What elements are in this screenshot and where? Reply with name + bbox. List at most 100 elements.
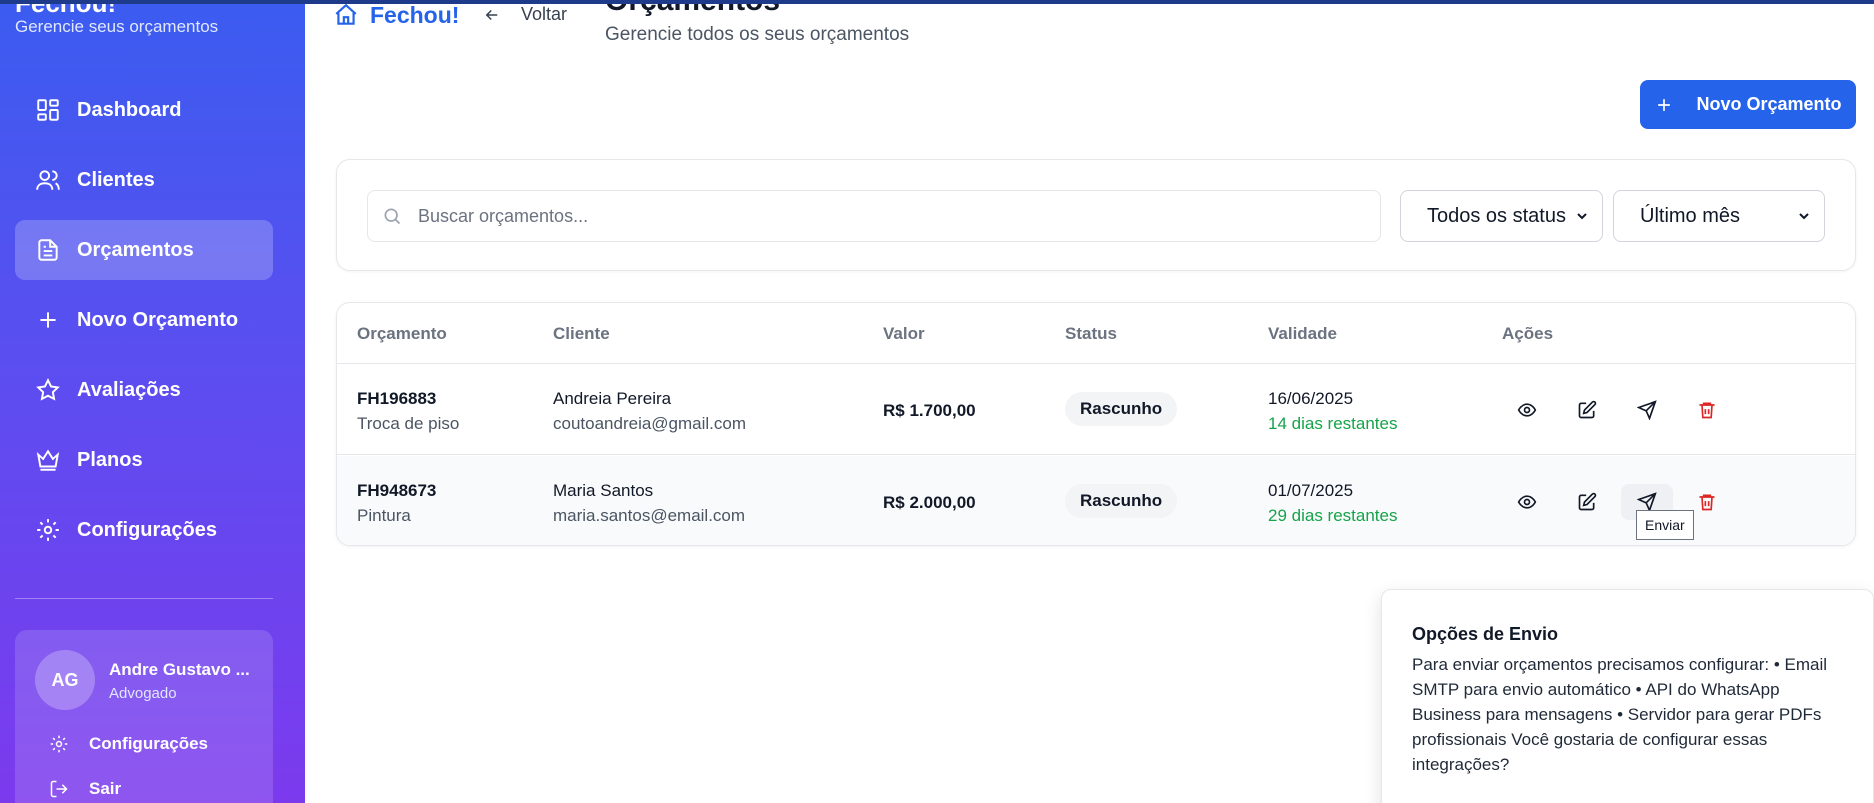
send-tooltip: Enviar xyxy=(1636,510,1694,540)
validity-date: 01/07/2025 xyxy=(1268,481,1354,500)
filter-card: Todos os status Último mês xyxy=(336,159,1856,271)
new-quote-label: Novo Orçamento xyxy=(1696,94,1842,114)
column-header: Orçamento xyxy=(357,324,447,343)
quote-value: R$ 1.700,00 xyxy=(883,401,976,420)
back-label: Voltar xyxy=(521,4,568,24)
table-row[interactable]: FH948673 Pintura Maria Santos maria.sant… xyxy=(337,456,1855,545)
status-badge: Rascunho xyxy=(1065,484,1178,518)
logout-icon xyxy=(50,780,68,798)
sidebar-item-label: Planos xyxy=(77,448,143,471)
trash-icon xyxy=(1699,494,1715,511)
client-email: coutoandreia@gmail.com xyxy=(553,414,747,433)
sidebar-item-label: Clientes xyxy=(77,168,155,191)
top-accent-bar xyxy=(0,0,1874,4)
search-input[interactable] xyxy=(418,205,1318,227)
sidebar-item-label: Avaliações xyxy=(77,378,181,401)
sidebar-item-novo-orcamento[interactable]: Novo Orçamento xyxy=(15,290,273,350)
gear-icon xyxy=(50,735,68,753)
days-remaining: 29 dias restantes xyxy=(1268,506,1398,525)
popup-body: Para enviar orçamentos precisamos config… xyxy=(1412,655,1828,774)
client-name: Maria Santos xyxy=(553,481,654,500)
plus-icon xyxy=(35,307,61,333)
status-badge: Rascunho xyxy=(1065,392,1178,426)
edit-icon xyxy=(1578,400,1597,419)
sidebar-item-clientes[interactable]: Clientes xyxy=(15,150,273,210)
column-header: Status xyxy=(1065,324,1117,343)
page-subtitle: Gerencie todos os seus orçamentos xyxy=(605,24,910,45)
sidebar-nav: Dashboard Clientes Orçamentos Novo Orçam… xyxy=(15,80,273,570)
search-box[interactable] xyxy=(367,190,1381,242)
send-icon xyxy=(1637,400,1657,420)
edit-button[interactable] xyxy=(1569,484,1605,520)
eye-icon xyxy=(1517,403,1537,417)
sidebar-item-label: Dashboard xyxy=(77,98,182,121)
delete-button[interactable] xyxy=(1689,392,1725,428)
avatar[interactable]: AG xyxy=(35,650,95,710)
column-header: Ações xyxy=(1502,324,1554,343)
trash-icon xyxy=(1699,402,1715,419)
star-icon xyxy=(35,377,61,403)
column-header: Valor xyxy=(883,324,925,343)
quotes-table: Orçamento Cliente Valor Status Validade … xyxy=(336,302,1856,546)
sidebar-item-configuracoes[interactable]: Configurações xyxy=(15,500,273,560)
logout-link[interactable]: Sair xyxy=(49,779,121,799)
user-name: Andre Gustavo ... xyxy=(109,660,250,679)
days-remaining: 14 dias restantes xyxy=(1268,414,1398,433)
status-select[interactable]: Todos os status xyxy=(1400,190,1603,242)
new-quote-button[interactable]: Novo Orçamento xyxy=(1640,80,1856,129)
table-header: Orçamento Cliente Valor Status Validade … xyxy=(337,303,1855,364)
eye-icon xyxy=(1517,495,1537,509)
client-name: Andreia Pereira xyxy=(553,389,672,408)
sidebar-item-label: Novo Orçamento xyxy=(77,308,239,331)
sidebar-subtitle: Gerencie seus orçamentos xyxy=(15,17,219,36)
table-row[interactable]: FH196883 Troca de piso Andreia Pereira c… xyxy=(337,364,1855,455)
user-settings-label: Configurações xyxy=(89,734,209,753)
arrow-left-icon xyxy=(485,9,498,20)
search-icon xyxy=(384,208,401,225)
period-select[interactable]: Último mês xyxy=(1613,190,1825,242)
period-select-value: Último mês xyxy=(1640,204,1741,227)
view-button[interactable] xyxy=(1509,392,1545,428)
quote-code: FH948673 xyxy=(357,481,437,500)
sidebar-item-label: Configurações xyxy=(77,518,218,541)
sidebar-divider xyxy=(15,598,273,599)
home-icon[interactable] xyxy=(333,2,359,28)
back-button[interactable]: Voltar xyxy=(483,4,567,25)
edit-button[interactable] xyxy=(1569,392,1605,428)
sidebar-item-orcamentos[interactable]: Orçamentos xyxy=(15,220,273,280)
delete-button[interactable] xyxy=(1689,484,1725,520)
user-card: AG Andre Gustavo ... Advogado Configuraç… xyxy=(15,630,273,803)
quote-code: FH196883 xyxy=(357,389,437,408)
client-email: maria.santos@email.com xyxy=(553,506,746,525)
logout-label: Sair xyxy=(89,779,122,798)
header-logo[interactable]: Fechou! xyxy=(370,2,459,29)
quote-value: R$ 2.000,00 xyxy=(883,493,976,512)
popup-title: Opções de Envio xyxy=(1412,624,1559,644)
sidebar-item-planos[interactable]: Planos xyxy=(15,430,273,490)
sidebar-item-label: Orçamentos xyxy=(77,238,194,261)
chevron-down-icon xyxy=(1799,213,1809,220)
view-button[interactable] xyxy=(1509,484,1545,520)
quote-service: Troca de piso xyxy=(357,414,460,433)
status-select-value: Todos os status xyxy=(1427,204,1566,227)
dashboard-icon xyxy=(35,97,61,123)
sidebar-item-avaliacoes[interactable]: Avaliações xyxy=(15,360,273,420)
column-header: Cliente xyxy=(553,324,610,343)
send-icon xyxy=(1637,492,1657,512)
user-role: Advogado xyxy=(109,685,177,702)
sidebar-item-dashboard[interactable]: Dashboard xyxy=(15,80,273,140)
crown-icon xyxy=(35,447,61,473)
plus-icon xyxy=(1658,98,1671,111)
quote-service: Pintura xyxy=(357,506,411,525)
column-header: Validade xyxy=(1268,324,1337,343)
users-icon xyxy=(35,167,61,193)
chevron-down-icon xyxy=(1577,213,1587,220)
validity-date: 16/06/2025 xyxy=(1268,389,1354,408)
file-text-icon xyxy=(35,237,61,263)
sidebar: Fechou! Gerencie seus orçamentos Dashboa… xyxy=(0,0,305,803)
send-options-popup: Opções de Envio Para enviar orçamentos p… xyxy=(1381,589,1874,803)
gear-icon xyxy=(35,517,61,543)
user-settings-link[interactable]: Configurações xyxy=(49,734,208,754)
send-button[interactable] xyxy=(1629,392,1665,428)
edit-icon xyxy=(1578,492,1597,511)
